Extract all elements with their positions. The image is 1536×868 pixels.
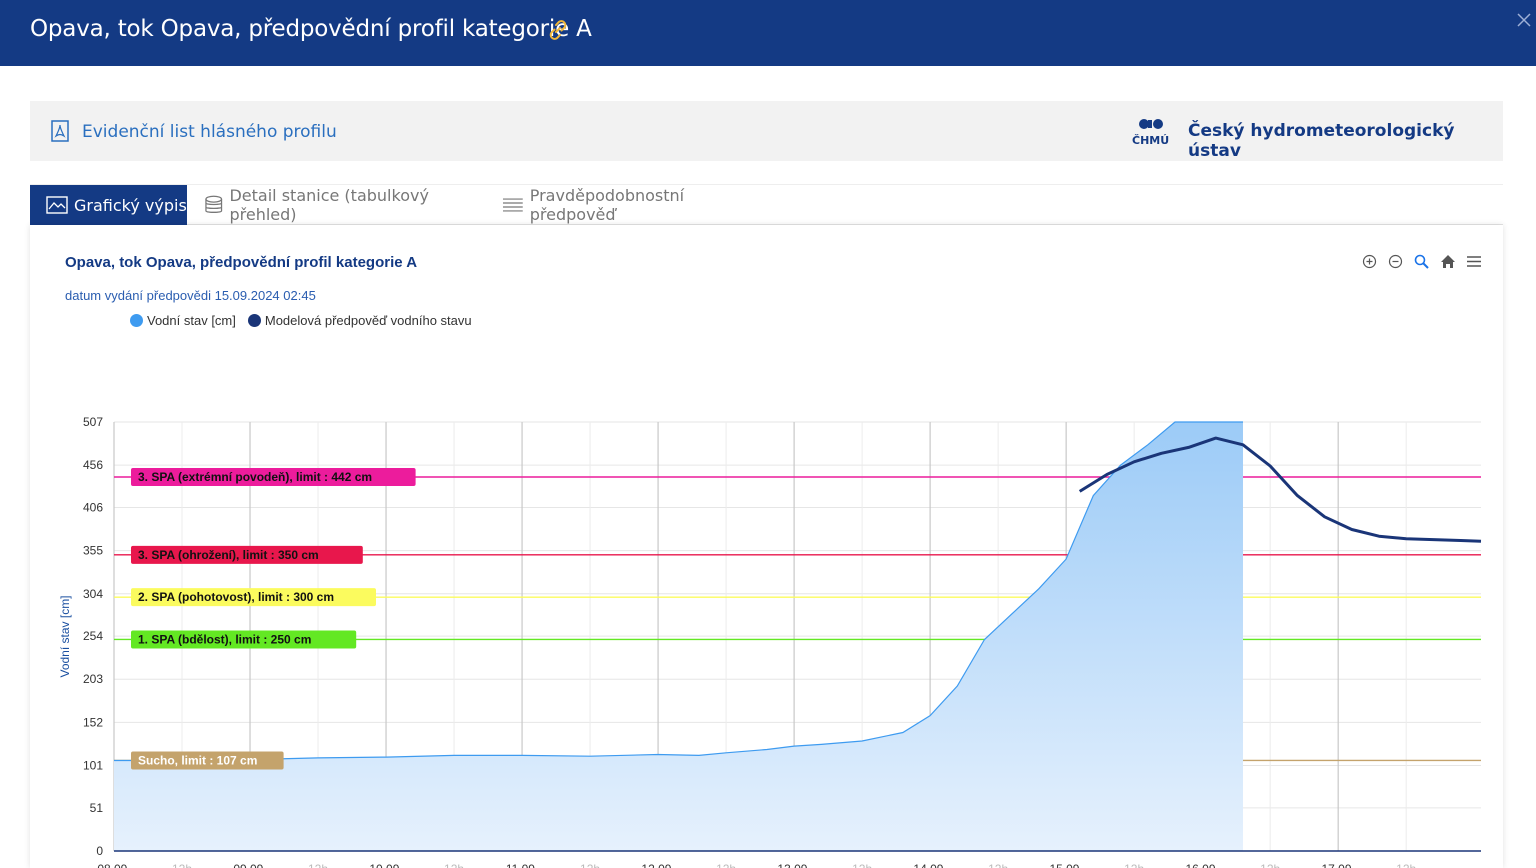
tab-probabilistic-label: Pravděpodobnostní předpověď [529, 186, 685, 224]
modal-title: Opava, tok Opava, předpovědní profil kat… [30, 16, 592, 42]
database-icon [205, 195, 223, 213]
x-tick-label: 12h [308, 862, 328, 868]
x-tick-label: 14.09. [913, 862, 946, 868]
x-tick-label: 12h [172, 862, 192, 868]
y-tick-label: 203 [83, 672, 103, 686]
y-tick-label: 254 [83, 629, 103, 643]
tab-station-detail[interactable]: Detail stanice (tabulkový přehled) [204, 185, 494, 225]
chmu-logo-text: ČHMÚ [1132, 134, 1170, 147]
y-tick-label: 304 [83, 587, 103, 601]
modal-body: Evidenční list hlásného profilu ČHMÚ Čes… [0, 66, 1536, 868]
document-bar: Evidenční list hlásného profilu ČHMÚ Čes… [30, 101, 1503, 161]
y-tick-label: 0 [96, 844, 103, 858]
chart-icon [46, 196, 68, 214]
x-tick-label: 16.09. [1185, 862, 1218, 868]
tab-probabilistic[interactable]: Pravděpodobnostní předpověď [502, 185, 772, 225]
x-tick-label: 15.09. [1049, 862, 1082, 868]
chart-card: Opava, tok Opava, předpovědní profil kat… [30, 225, 1503, 868]
y-tick-label: 355 [83, 544, 103, 558]
x-tick-label: 12h [852, 862, 872, 868]
y-axis-title: Vodní stav [cm] [58, 595, 72, 677]
x-tick-label: 12h [1124, 862, 1144, 868]
x-tick-label: 08.09. [97, 862, 130, 868]
tab-graph[interactable]: Grafický výpis [30, 185, 187, 225]
close-icon[interactable] [1514, 10, 1534, 30]
y-tick-label: 152 [83, 715, 103, 729]
x-tick-label: 12h [716, 862, 736, 868]
link-icon[interactable] [545, 17, 571, 43]
x-tick-label: 12h [988, 862, 1008, 868]
tab-bar: Grafický výpis Detail stanice (tabulkový… [30, 184, 1503, 225]
modal-header: Opava, tok Opava, předpovědní profil kat… [0, 0, 1536, 66]
y-tick-label: 406 [83, 500, 103, 514]
x-tick-label: 12h [1260, 862, 1280, 868]
y-tick-label: 51 [90, 801, 104, 815]
station-record-link[interactable]: Evidenční list hlásného profilu [82, 122, 337, 142]
y-tick-label: 101 [83, 759, 103, 773]
x-tick-label: 12h [444, 862, 464, 868]
threshold-label: Sucho, limit : 107 cm [138, 753, 257, 767]
x-tick-label: 12h [580, 862, 600, 868]
water-level-chart: 3. SPA (extrémní povodeň), limit : 442 c… [58, 415, 1482, 868]
y-tick-label: 507 [83, 415, 103, 429]
x-tick-label: 12h [1396, 862, 1416, 868]
x-tick-label: 10.09. [369, 862, 402, 868]
institute-name: Český hydrometeorologický ústav [1188, 121, 1455, 161]
x-tick-label: 17.09. [1321, 862, 1354, 868]
threshold-label: 2. SPA (pohotovost), limit : 300 cm [138, 590, 334, 604]
x-tick-label: 11.09. [506, 862, 538, 868]
x-tick-label: 09.09. [233, 862, 266, 868]
y-tick-label: 456 [83, 458, 103, 472]
pdf-icon[interactable] [51, 120, 69, 142]
x-tick-label: 13.09. [777, 862, 810, 868]
threshold-label: 1. SPA (bdělost), limit : 250 cm [138, 632, 311, 646]
threshold-label: 3. SPA (ohrožení), limit : 350 cm [138, 548, 319, 562]
tab-station-detail-label: Detail stanice (tabulkový přehled) [229, 186, 429, 224]
x-tick-label: 12.09. [641, 862, 674, 868]
tab-graph-label: Grafický výpis [74, 195, 187, 215]
list-icon [502, 198, 523, 212]
threshold-label: 3. SPA (extrémní povodeň), limit : 442 c… [138, 470, 372, 484]
